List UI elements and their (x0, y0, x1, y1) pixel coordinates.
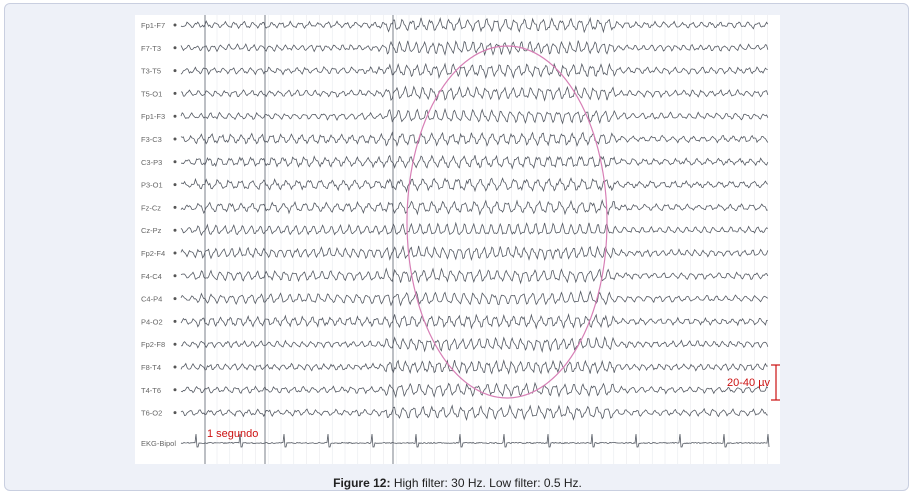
channel-dot (173, 228, 177, 232)
figure-caption: Figure 12: High filter: 30 Hz. Low filte… (0, 476, 915, 490)
channel-dot (173, 114, 177, 118)
caption-text: High filter: 30 Hz. Low filter: 0.5 Hz. (393, 476, 582, 490)
channel-label: F8-T4 (141, 363, 161, 372)
eeg-channel-trace (180, 40, 769, 57)
channel-label: F4-C4 (141, 272, 162, 281)
channel-label: T5-O1 (141, 89, 162, 98)
channel-dot (173, 46, 177, 50)
channel-dot (173, 137, 177, 141)
eeg-channel-trace (180, 199, 768, 216)
channel-dot (173, 342, 177, 346)
caption-label: Figure 12: (333, 476, 391, 490)
eeg-channel-trace (180, 177, 769, 194)
eeg-channel-trace (181, 154, 769, 170)
channel-dot (173, 388, 177, 392)
eeg-channel-trace (180, 267, 769, 285)
channel-dot (173, 365, 177, 369)
channel-label: C4-P4 (141, 295, 162, 304)
channel-label: Fp2-F4 (141, 249, 165, 258)
channel-label: Fz-Cz (141, 203, 161, 212)
eeg-channel-trace (180, 244, 769, 262)
channel-label: T3-T5 (141, 67, 161, 76)
channel-dot (173, 23, 177, 27)
eeg-channel-trace (180, 131, 769, 148)
channel-label: P4-O2 (141, 317, 163, 326)
eeg-channel-trace (180, 290, 769, 307)
eeg-trace-canvas: Fp1-F7 F7-T3 T3-T5 T5-O1 Fp1-F3 F3-C3 C3-P3 P3-… (141, 15, 780, 464)
channel-dot (173, 251, 177, 255)
channel-label: F7-T3 (141, 44, 161, 53)
channel-label: Cz-Pz (141, 226, 162, 235)
eeg-channel-trace (180, 313, 768, 330)
eeg-channel-trace (180, 404, 768, 421)
channel-label: Fp1-F7 (141, 21, 165, 30)
eeg-channel-trace (180, 359, 768, 375)
ekg-label: EKG-Bipol (141, 439, 176, 448)
eeg-channel-trace (180, 221, 769, 237)
channel-label: T6-O2 (141, 409, 162, 418)
time-marker-label: 1 segundo (207, 428, 258, 440)
channel-dot (173, 69, 177, 73)
ekg-trace (180, 433, 770, 448)
channel-label: C3-P3 (141, 158, 162, 167)
eeg-channel-trace (180, 85, 769, 102)
channel-dot (173, 205, 177, 209)
channel-label: Fp2-F8 (141, 340, 165, 349)
channel-label: Fp1-F3 (141, 112, 165, 121)
eeg-channel-trace (180, 16, 769, 34)
amplitude-label: 20-40 µv (727, 377, 771, 389)
channel-dot (173, 274, 177, 278)
eeg-channel-trace (180, 107, 769, 125)
eeg-channel-trace (180, 381, 769, 399)
channel-dot (173, 91, 177, 95)
eeg-channel-trace (180, 62, 768, 80)
channel-dot (173, 411, 177, 415)
channel-dot (173, 319, 177, 323)
channel-dot (173, 183, 177, 187)
channel-label: F3-C3 (141, 135, 162, 144)
channel-label: P3-O1 (141, 181, 163, 190)
channel-dot (173, 297, 177, 301)
eeg-channel-trace (180, 335, 769, 353)
eeg-recording-figure: Fp1-F7 F7-T3 T3-T5 T5-O1 Fp1-F3 F3-C3 C3-P3 P3-… (135, 15, 780, 464)
channel-dot (173, 160, 177, 164)
channel-label: T4-T6 (141, 386, 161, 395)
